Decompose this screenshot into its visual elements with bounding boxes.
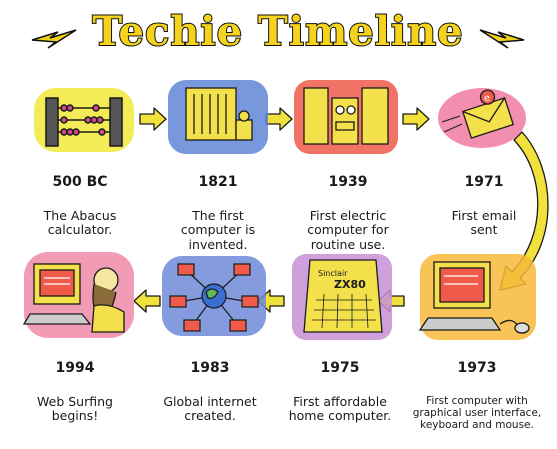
event-year: 1973 — [457, 360, 497, 377]
event-1971-caption: 1971 First email sent — [428, 156, 540, 256]
event-description: First email sent — [451, 207, 517, 238]
event-description: Global internet created. — [163, 393, 257, 424]
event-1975-caption: 1975 First affordable home computer. — [280, 342, 400, 442]
event-year: 1975 — [320, 360, 360, 377]
event-year: 1994 — [55, 360, 95, 377]
web-surfer-icon — [22, 263, 125, 333]
event-year: 1939 — [328, 174, 368, 191]
event-year: 500 BC — [52, 174, 108, 191]
event-abacus-caption: 500 BC The Abacus calculator. — [20, 156, 140, 256]
event-description: First affordable home computer. — [288, 393, 392, 424]
event-year: 1983 — [190, 360, 230, 377]
event-1994-illustration — [22, 252, 134, 338]
event-abacus-illustration — [34, 88, 134, 152]
arrow-right-2 — [265, 107, 293, 131]
device-label-line1: Sinclair — [318, 269, 348, 278]
arrow-right-3 — [402, 107, 430, 131]
event-description: The Abacus calculator. — [43, 207, 117, 238]
event-1973-illustration — [418, 254, 536, 340]
event-1821-illustration — [168, 80, 268, 154]
event-1973-caption: 1973 First computer with graphical user … — [402, 342, 552, 449]
event-description: The first computer is invented. — [180, 207, 256, 252]
event-description: Web Surfing begins! — [37, 393, 113, 424]
event-year: 1821 — [198, 174, 238, 191]
event-year: 1971 — [464, 174, 504, 191]
device-label-line2: ZX80 — [334, 278, 366, 291]
event-1983-caption: 1983 Global internet created. — [150, 342, 270, 442]
event-1939-illustration — [294, 80, 398, 154]
event-description: First computer with graphical user inter… — [412, 394, 542, 431]
arrow-left-3 — [133, 289, 161, 313]
event-1983-illustration — [162, 256, 266, 336]
event-1975-illustration: Sinclair ZX80 — [292, 254, 392, 340]
event-1994-caption: 1994 Web Surfing begins! — [20, 342, 130, 442]
event-1821-caption: 1821 The first computer is invented. — [158, 156, 278, 270]
event-description: First electric computer for routine use. — [307, 207, 389, 252]
arrow-right-1 — [139, 107, 167, 131]
event-1971-illustration: e — [438, 88, 526, 148]
